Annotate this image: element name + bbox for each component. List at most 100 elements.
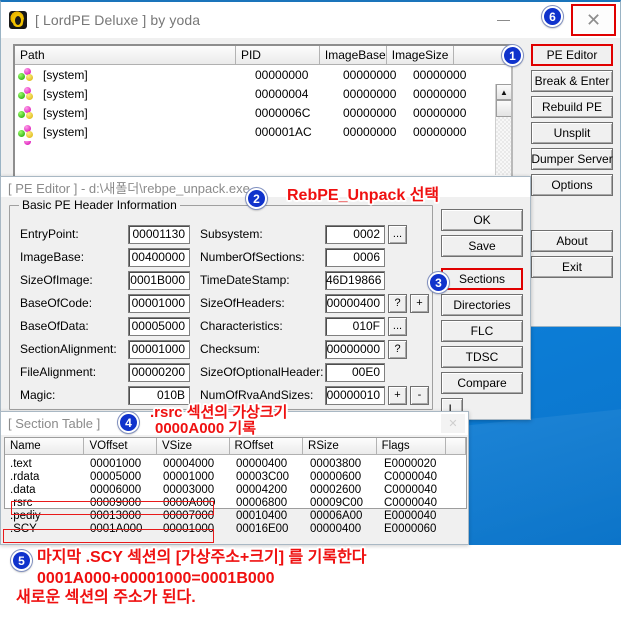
cell-rsize: 00000400 xyxy=(310,522,362,535)
column-header-imagebase[interactable]: ImageBase xyxy=(319,46,387,64)
label-baseofcode: BaseOfCode: xyxy=(20,296,93,310)
input-sizeofheaders[interactable]: 00000400 xyxy=(325,293,385,313)
process-icon xyxy=(18,105,38,121)
column-header-name[interactable]: Name xyxy=(5,438,85,454)
cell-flags: E0000040 xyxy=(384,509,437,522)
directories-button[interactable]: Directories xyxy=(441,294,523,316)
options-button[interactable]: Options xyxy=(531,174,613,196)
label-subsystem: Subsystem: xyxy=(200,227,263,241)
input-sectionalignment[interactable]: 00001000 xyxy=(128,339,190,359)
table-row[interactable]: .data 00006000 00003000 00004200 0000260… xyxy=(5,483,466,496)
table-row[interactable]: [system] 000001AC 00000000 00000000 xyxy=(15,122,511,141)
table-row[interactable]: .text 00001000 00004000 00000400 0000380… xyxy=(5,457,466,470)
cell-rsize: 00006A00 xyxy=(310,509,363,522)
cell-flags: E0000020 xyxy=(384,457,437,470)
input-checksum[interactable]: 00000000 xyxy=(325,339,385,359)
table-row[interactable]: .rdata 00005000 00001000 00003C00 000006… xyxy=(5,470,466,483)
cell-path: [system] xyxy=(43,105,88,120)
label-entrypoint: EntryPoint: xyxy=(20,227,79,241)
sizeofheaders-plus-button[interactable]: + xyxy=(410,293,429,313)
column-header-rsize[interactable]: RSize xyxy=(303,438,377,454)
numofrva-minus-button[interactable]: - xyxy=(410,385,429,405)
input-magic[interactable]: 010B xyxy=(128,385,190,405)
column-header-spare[interactable] xyxy=(446,438,467,454)
process-icon xyxy=(18,141,38,149)
scroll-up-icon[interactable]: ▲ xyxy=(496,84,511,100)
compare-button[interactable]: Compare xyxy=(441,372,523,394)
sizeofheaders-help-button[interactable]: ? xyxy=(388,293,407,313)
column-header-vsize[interactable]: VSize xyxy=(157,438,230,454)
cell-voffset: 00005000 xyxy=(90,470,142,483)
pe-editor-window: [ PE Editor ] - d:\새폴더\rebpe_unpack.exe … xyxy=(0,176,531,420)
cell-vsize: 00004000 xyxy=(163,457,215,470)
column-header-path[interactable]: Path xyxy=(15,46,236,64)
input-subsystem[interactable]: 0002 xyxy=(325,224,385,244)
cell-imagebase: 00000000 xyxy=(343,86,397,101)
section-table-list[interactable]: Name VOffset VSize ROffset RSize Flags .… xyxy=(4,437,467,535)
column-header-roffset[interactable]: ROffset xyxy=(230,438,304,454)
numofrva-plus-button[interactable]: + xyxy=(388,385,407,405)
cell-vsize: 00001000 xyxy=(163,470,215,483)
input-sizeofimage[interactable]: 0001B000 xyxy=(128,270,190,290)
cell-voffset: 00001000 xyxy=(90,457,142,470)
input-sizeofoptionalheader[interactable]: 00E0 xyxy=(325,362,385,382)
annotation-step5-line3: 새로운 섹션의 주소가 된다. xyxy=(16,589,196,606)
cell-pid: 000001AC xyxy=(255,124,312,139)
pe-button-gap xyxy=(441,261,523,268)
unsplit-button[interactable]: Unsplit xyxy=(531,122,613,144)
process-list-vscrollbar[interactable]: ▲ ▼ xyxy=(495,84,511,175)
input-numberofsections[interactable]: 0006 xyxy=(325,247,385,267)
input-baseofdata[interactable]: 00005000 xyxy=(128,316,190,336)
process-list-body: [system] 00000000 00000000 00000000 [sys… xyxy=(15,65,511,175)
vscroll-track[interactable] xyxy=(496,117,511,175)
cell-name: .pediy xyxy=(10,509,41,522)
table-row[interactable]: .SCY 0001A000 00001000 00016E00 00000400… xyxy=(5,522,466,535)
column-header-pid[interactable]: PID xyxy=(235,46,320,64)
vscroll-thumb[interactable] xyxy=(496,100,511,117)
break-enter-button[interactable]: Break & Enter xyxy=(531,70,613,92)
checksum-help-button[interactable]: ? xyxy=(388,339,407,359)
label-sizeofimage: SizeOfImage: xyxy=(20,273,93,287)
table-row[interactable]: [system] 00000004 00000000 00000000 xyxy=(15,84,511,103)
minimize-button[interactable] xyxy=(481,5,525,35)
section-table-close-icon[interactable]: ✕ xyxy=(441,414,465,433)
annotation-step5-line2: 0001A000+00001000=0001B000 xyxy=(37,570,275,587)
pe-editor-button[interactable]: PE Editor xyxy=(531,44,613,66)
table-row[interactable]: .pediy 00013000 00007000 00010400 00006A… xyxy=(5,509,466,522)
group-legend: Basic PE Header Information xyxy=(19,198,180,212)
column-header-voffset[interactable]: VOffset xyxy=(84,438,157,454)
save-button[interactable]: Save xyxy=(441,235,523,257)
input-characteristics[interactable]: 010F xyxy=(325,316,385,336)
cell-rsize: 00003800 xyxy=(310,457,362,470)
exit-button[interactable]: Exit xyxy=(531,256,613,278)
column-header-imagesize[interactable]: ImageSize xyxy=(386,46,454,64)
column-header-flags[interactable]: Flags xyxy=(377,438,447,454)
cell-path: [system] xyxy=(43,67,88,82)
cell-voffset: 00009000 xyxy=(90,496,142,509)
rebuild-pe-button[interactable]: Rebuild PE xyxy=(531,96,613,118)
close-button[interactable]: ✕ xyxy=(571,4,616,36)
input-filealignment[interactable]: 00000200 xyxy=(128,362,190,382)
table-row[interactable]: .rsrc 00009000 0000A000 00006800 00009C0… xyxy=(5,496,466,509)
table-row[interactable]: [system] 0000006C 00000000 00000000 xyxy=(15,103,511,122)
sections-button[interactable]: Sections xyxy=(441,268,523,290)
process-list[interactable]: Path PID ImageBase ImageSize [system] 00… xyxy=(13,44,513,195)
table-row-partial[interactable] xyxy=(15,141,511,149)
window-title: [ LordPE Deluxe ] by yoda xyxy=(35,12,201,28)
about-button[interactable]: About xyxy=(531,230,613,252)
subsystem-more-button[interactable]: ... xyxy=(388,224,407,244)
ok-button[interactable]: OK xyxy=(441,209,523,231)
input-imagebase[interactable]: 00400000 xyxy=(128,247,190,267)
dumper-server-button[interactable]: Dumper Server xyxy=(531,148,613,170)
input-entrypoint[interactable]: 00001130 xyxy=(128,224,190,244)
cell-name: .rsrc xyxy=(10,496,33,509)
tdsc-button[interactable]: TDSC xyxy=(441,346,523,368)
input-baseofcode[interactable]: 00001000 xyxy=(128,293,190,313)
table-row[interactable]: [system] 00000000 00000000 00000000 xyxy=(15,65,511,84)
annotation-step5-line1: 마지막 .SCY 섹션의 [가상주소+크기] 를 기록한다 xyxy=(37,549,367,566)
input-timedatestamp[interactable]: 46D19866 xyxy=(325,270,385,290)
flc-button[interactable]: FLC xyxy=(441,320,523,342)
characteristics-more-button[interactable]: ... xyxy=(388,316,407,336)
cell-flags: C0000040 xyxy=(384,496,438,509)
input-numofrvaandsizes[interactable]: 00000010 xyxy=(325,385,385,405)
